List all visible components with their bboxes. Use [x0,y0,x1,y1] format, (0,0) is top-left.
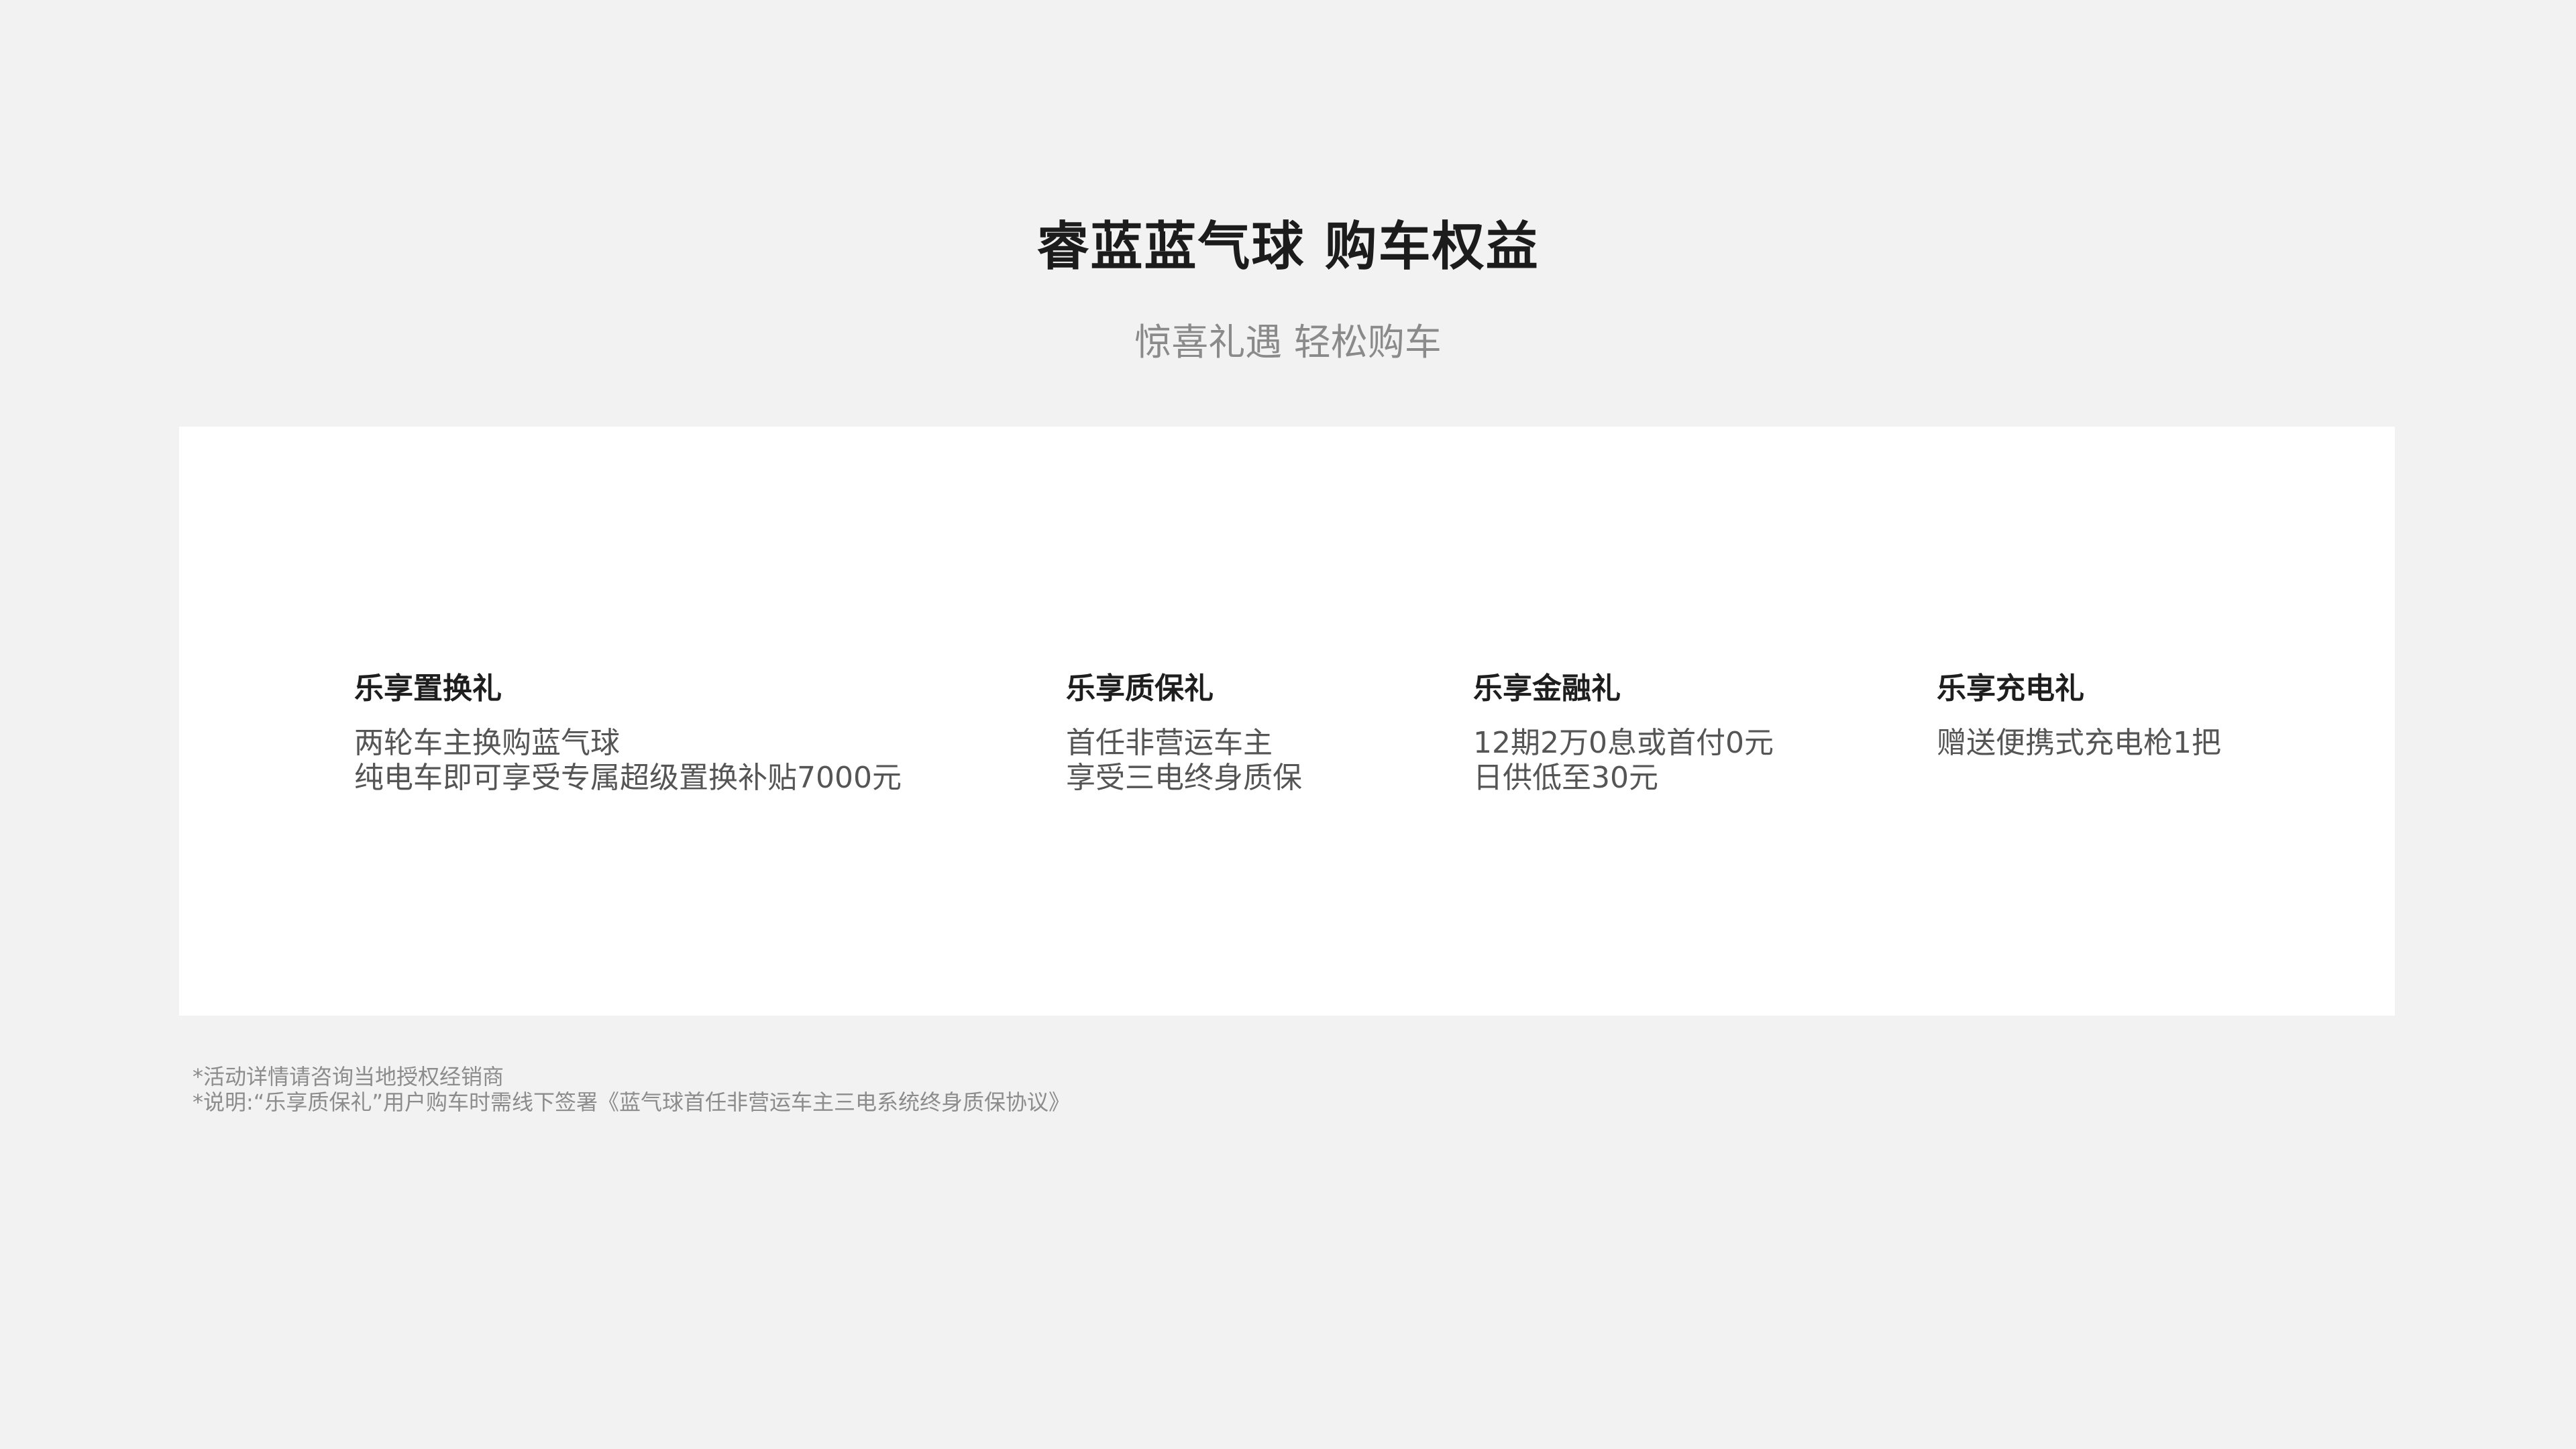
benefit-description-line: 两轮车主换购蓝气球 [354,726,620,760]
benefit-description-line: 首任非营运车主 [1066,726,1273,760]
benefit-title: 乐享金融礼 [1473,672,1621,706]
benefit-description-line: 享受三电终身质保 [1066,761,1302,795]
benefit-description-line: 纯电车即可享受专属超级置换补贴7000元 [354,761,902,795]
benefit-trade-in: 乐享置换礼 两轮车主换购蓝气球 纯电车即可享受专属超级置换补贴7000元 [354,668,902,796]
page-title: 睿蓝蓝气球 购车权益 [1036,217,1540,277]
benefit-description-line: 12期2万0息或首付0元 [1473,726,1774,760]
page-subtitle: 惊喜礼遇 轻松购车 [1134,321,1442,364]
benefit-description: 两轮车主换购蓝气球 纯电车即可享受专属超级置换补贴7000元 [354,726,902,796]
benefit-description: 12期2万0息或首付0元 日供低至30元 [1473,726,1774,796]
footnotes: *活动详情请咨询当地授权经销商 *说明:“乐享质保礼”用户购车时需线下签署《蓝气… [193,1064,1070,1115]
benefit-title: 乐享充电礼 [1937,672,2084,706]
benefit-description: 赠送便携式充电枪1把 [1937,726,2221,761]
benefit-title: 乐享质保礼 [1066,672,1214,706]
benefit-warranty: 乐享质保礼 首任非营运车主 享受三电终身质保 [1066,668,1302,796]
footnote-consult: *活动详情请咨询当地授权经销商 [193,1064,504,1089]
benefit-description-line: 日供低至30元 [1473,761,1658,795]
benefits-card: 乐享置换礼 两轮车主换购蓝气球 纯电车即可享受专属超级置换补贴7000元 乐享质… [179,427,2395,1016]
footnote-warranty-note: *说明:“乐享质保礼”用户购车时需线下签署《蓝气球首任非营运车主三电系统终身质保… [193,1089,1070,1115]
benefit-description: 首任非营运车主 享受三电终身质保 [1066,726,1302,796]
benefit-description-line: 赠送便携式充电枪1把 [1937,726,2221,760]
benefit-charging: 乐享充电礼 赠送便携式充电枪1把 [1937,668,2221,761]
benefit-finance: 乐享金融礼 12期2万0息或首付0元 日供低至30元 [1473,668,1774,796]
benefit-title: 乐享置换礼 [354,672,502,706]
